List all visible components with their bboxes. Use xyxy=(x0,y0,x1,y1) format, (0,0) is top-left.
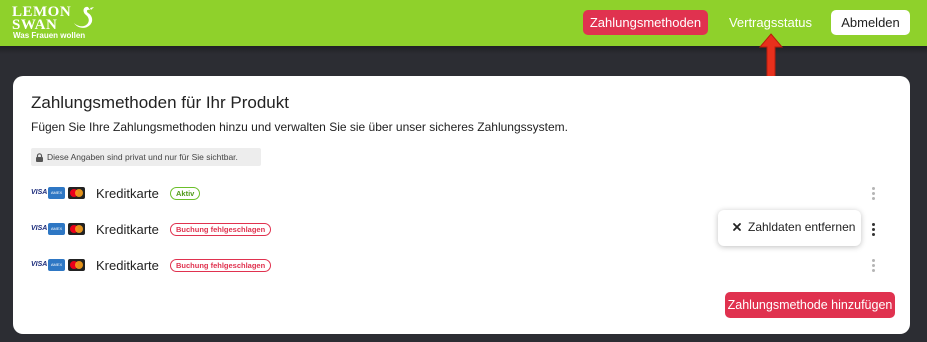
mastercard-circle-yellow xyxy=(75,225,83,233)
more-options-icon[interactable] xyxy=(869,222,879,238)
card-brand-logos: VISA AMEX xyxy=(31,259,89,273)
visa-logo: VISA xyxy=(31,225,48,232)
page-description: Fügen Sie Ihre Zahlungsmethoden hinzu un… xyxy=(31,120,568,134)
swan-icon xyxy=(74,6,94,28)
amex-logo-text: AMEX xyxy=(50,262,63,267)
status-badge: Buchung fehlgeschlagen xyxy=(170,223,272,236)
close-icon xyxy=(733,223,741,231)
more-options-icon[interactable] xyxy=(869,258,879,274)
header-shadow xyxy=(0,46,927,54)
nav-contract-status-link[interactable]: Vertragsstatus xyxy=(724,10,817,35)
remove-payment-data-menu-item[interactable]: Zahldaten entfernen xyxy=(718,210,861,246)
payment-method-label: Kreditkarte xyxy=(96,186,159,201)
privacy-note: Diese Angaben sind privat und nur für Si… xyxy=(31,148,261,166)
add-payment-method-button[interactable]: Zahlungsmethode hinzufügen xyxy=(725,292,895,318)
payment-method-label: Kreditkarte xyxy=(96,222,159,237)
status-badge: Aktiv xyxy=(170,187,201,200)
list-item: VISA AMEX Kreditkarte Aktiv xyxy=(31,184,891,204)
page-title: Zahlungsmethoden für Ihr Produkt xyxy=(31,93,289,112)
more-options-icon[interactable] xyxy=(869,186,879,202)
mastercard-circle-yellow xyxy=(75,189,83,197)
visa-logo: VISA xyxy=(31,261,48,268)
logo-tagline: Was Frauen wollen xyxy=(13,31,86,40)
amex-logo-text: AMEX xyxy=(50,226,63,231)
list-item: VISA AMEX Kreditkarte Buchung fehlgeschl… xyxy=(31,256,891,276)
card-brand-logos: VISA AMEX xyxy=(31,187,89,201)
privacy-note-text: Diese Angaben sind privat und nur für Si… xyxy=(47,152,238,162)
lock-icon xyxy=(36,152,43,162)
mastercard-circle-yellow xyxy=(75,261,83,269)
nav-payment-methods-button[interactable]: Zahlungsmethoden xyxy=(583,10,708,35)
lemonswan-logo[interactable]: LEMON SWAN Was Frauen wollen xyxy=(12,4,94,42)
amex-logo-text: AMEX xyxy=(50,190,63,195)
logout-button[interactable]: Abmelden xyxy=(831,10,910,35)
status-badge: Buchung fehlgeschlagen xyxy=(170,259,272,272)
card-brand-logos: VISA AMEX xyxy=(31,223,89,237)
visa-logo: VISA xyxy=(31,189,48,196)
payment-methods-card: Zahlungsmethoden für Ihr Produkt Fügen S… xyxy=(13,76,910,334)
remove-payment-data-label: Zahldaten entfernen xyxy=(748,220,856,234)
top-header: LEMON SWAN Was Frauen wollen Zahlungsmet… xyxy=(0,0,927,46)
payment-method-label: Kreditkarte xyxy=(96,258,159,273)
